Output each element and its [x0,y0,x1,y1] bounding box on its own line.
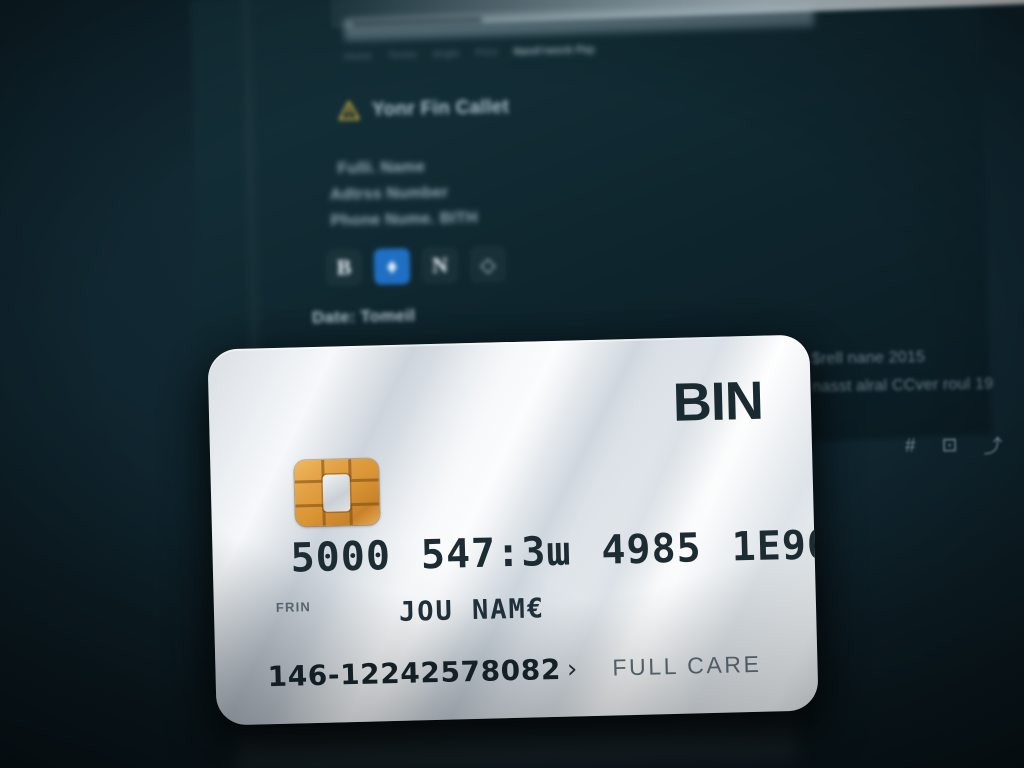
avatar-icon[interactable]: ♦ [373,248,411,285]
diamond-icon[interactable]: ◇ [469,246,507,283]
card-small-label: FRIN [275,599,312,616]
letter-n-icon[interactable]: N [421,247,459,284]
field-phone-number: Phone Nume. BITH [330,209,478,230]
panel-field-list: Fulli. Name Adtrss Number Phone Nume. BI… [329,153,478,234]
card-number: 5000 547:3ɯ 4985 1E90 [290,522,819,582]
card-number-group-2: 547:3ɯ [420,528,572,579]
credit-card[interactable]: BIN 5000 547:3ɯ 4985 1E90 FRIN JOU NAM€ … [207,334,819,726]
side-note-1: $rell nane 2015 [811,348,926,368]
card-footnote: FULL CARE [612,650,762,681]
emv-chip-icon [294,458,380,527]
tab-angle[interactable]: Angle [432,48,459,60]
panel-title: Yonr Fin Callet [371,96,510,121]
tab-terms[interactable]: Terms [388,49,417,61]
screen-icon[interactable]: ⊡ [941,434,957,457]
card-number-group-3: 4985 [600,525,703,574]
tab-pay[interactable]: Nand'rwock Pay [514,44,595,57]
bold-b-icon[interactable]: B [325,249,363,286]
side-note-2: nasst alral CCver roul 19 [812,375,994,396]
field-address-number: Adtrss Number [329,184,449,204]
warning-triangle-icon [338,100,360,121]
share-icon[interactable]: ⤴ [983,431,1002,458]
chevron-right-icon: › [566,653,579,685]
side-icon-row[interactable]: # ⊡ ⤴ [905,431,1003,460]
hash-icon[interactable]: # [905,435,916,457]
field-full-name: Fulli. Name [337,158,426,178]
card-reference-number: 146-12242578082 › [267,652,578,693]
card-number-group-1: 5000 [290,533,392,582]
card-number-group-4: 1E90 [731,521,819,571]
card-brand-logo: BIN [672,370,764,433]
payment-method-icon-row[interactable]: B ♦ N ◇ [325,246,507,286]
card-reference-value: 146-12242578082 [267,652,562,694]
screenshot-stage: Home Terms Angle Print Nand'rwock Pay Yo… [0,0,1024,768]
date-line: Date: Tomeil [311,305,416,328]
tab-home[interactable]: Home [344,50,372,62]
card-holder-name: JOU NAM€ [398,593,546,628]
side-notes: $rell nane 2015 nasst alral CCver roul 1… [812,342,994,401]
tab-print[interactable]: Print [476,47,498,59]
